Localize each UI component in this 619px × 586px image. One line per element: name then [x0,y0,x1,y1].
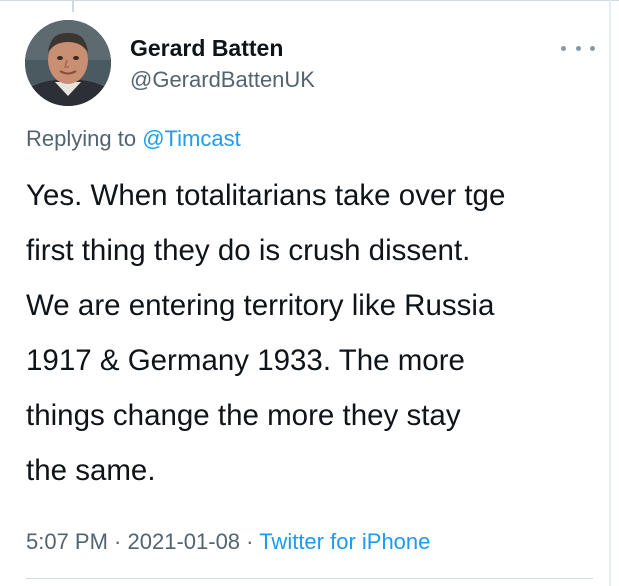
tweet-text-line: We are entering territory like Russia [26,289,495,322]
meta-separator: · [240,529,260,554]
tweet-metadata: 5:07 PM · 2021-01-08 · Twitter for iPhon… [26,527,430,557]
bottom-divider [26,578,593,579]
tweet-text-line: 1917 & Germany 1933. The more [26,344,465,377]
author-info[interactable]: Gerard Batten @GerardBattenUK [130,33,315,95]
tweet-text-line: Yes. When totalitarians take over tge [26,179,506,212]
profile-photo [25,20,111,106]
tweet-source-link[interactable]: Twitter for iPhone [259,529,430,554]
tweet-text-line: the same. [26,454,156,487]
more-horizontal-icon-dot [575,45,581,51]
tweet-text-line: first thing they do is crush dissent. [26,234,471,267]
replying-to: Replying to @Timcast [26,124,241,154]
replying-to-label: Replying to [26,126,143,151]
thread-connector-line [72,0,74,12]
tweet-text-line: things change the more they stay [26,399,461,432]
top-divider [0,0,619,1]
author-display-name[interactable]: Gerard Batten [130,33,315,63]
tweet-date[interactable]: 2021-01-08 [128,529,241,554]
author-handle[interactable]: @GerardBattenUK [130,65,315,95]
more-horizontal-icon-dot [590,45,595,51]
more-horizontal-icon-dot [561,45,566,51]
scrollbar-track[interactable] [609,0,611,586]
tweet-body: Yes. When totalitarians take over tge fi… [26,168,596,498]
avatar[interactable] [25,20,111,106]
meta-separator: · [107,529,128,554]
tweet-detail: Gerard Batten @GerardBattenUK Replying t… [0,0,619,586]
reply-mention-link[interactable]: @Timcast [142,126,241,151]
tweet-time[interactable]: 5:07 PM [26,529,108,554]
more-options-button[interactable] [561,38,595,58]
